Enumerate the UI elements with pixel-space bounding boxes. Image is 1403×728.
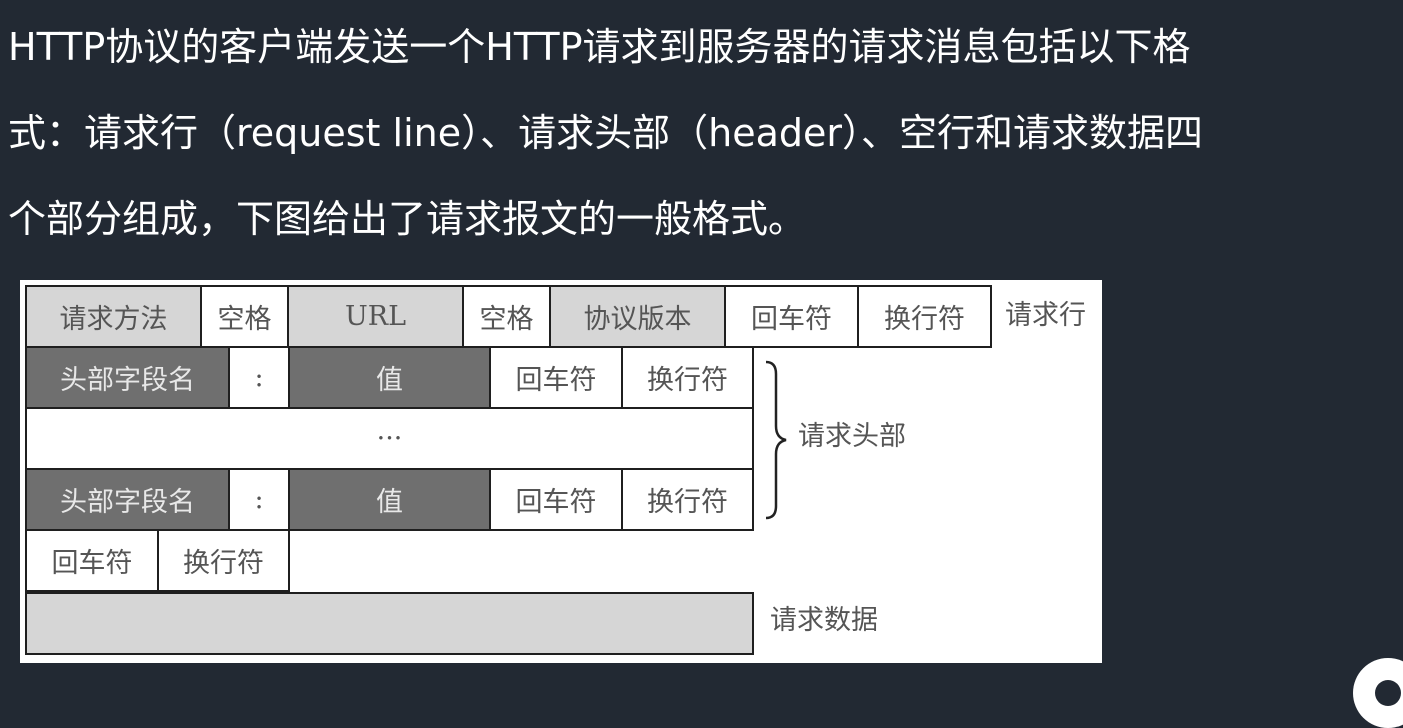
space-cell-1: 空格 (200, 285, 289, 348)
header-value-cell: 值 (288, 346, 491, 409)
request-method-cell: 请求方法 (25, 285, 202, 348)
request-line-label: 请求行 (1005, 300, 1086, 331)
colon-cell: : (228, 468, 290, 531)
carriage-return-cell: 回车符 (489, 346, 623, 409)
header-field-name-cell: 头部字段名 (25, 468, 230, 531)
line-feed-cell: 换行符 (621, 468, 754, 531)
header-ellipsis-row: ··· (25, 407, 754, 470)
http-request-format-diagram: 请求方法 空格 URL 空格 协议版本 回车符 换行符 请求行 头部字段名 : … (20, 280, 1102, 663)
intro-paragraph: HTTP协议的客户端发送一个HTTP请求到服务器的请求消息包括以下格 式：请求行… (8, 4, 1400, 262)
carriage-return-cell: 回车符 (724, 285, 859, 348)
intro-line-3: 个部分组成，下图给出了请求报文的一般格式。 (8, 197, 807, 241)
url-cell: URL (287, 285, 464, 348)
request-header-label: 请求头部 (798, 421, 906, 452)
header-value-cell: 值 (288, 468, 491, 531)
corner-logo-icon (1353, 658, 1403, 728)
colon-cell: : (228, 346, 290, 409)
carriage-return-cell: 回车符 (489, 468, 623, 531)
line-feed-cell: 换行符 (621, 346, 754, 409)
request-body-label: 请求数据 (770, 605, 878, 636)
intro-line-2: 式：请求行（request line）、请求头部（header）、空行和请求数据… (8, 111, 1203, 155)
header-field-name-cell: 头部字段名 (25, 346, 230, 409)
space-cell-2: 空格 (462, 285, 551, 348)
header-brace-icon (765, 360, 787, 520)
intro-line-1: HTTP协议的客户端发送一个HTTP请求到服务器的请求消息包括以下格 (8, 25, 1191, 69)
request-body-cell (25, 592, 754, 655)
protocol-version-cell: 协议版本 (549, 285, 726, 348)
line-feed-cell: 换行符 (157, 529, 290, 592)
carriage-return-cell: 回车符 (25, 529, 159, 592)
line-feed-cell: 换行符 (857, 285, 992, 348)
